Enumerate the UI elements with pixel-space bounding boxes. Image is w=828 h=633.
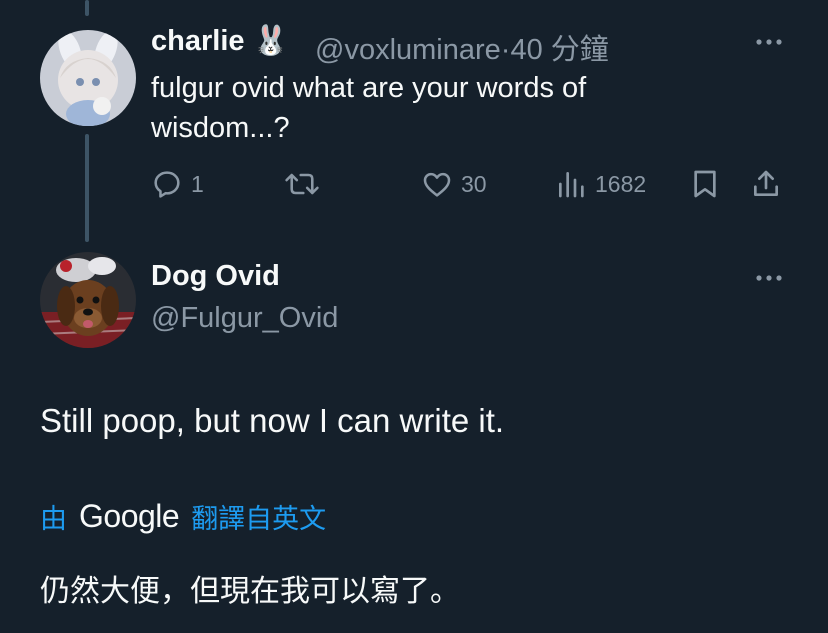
- reply-meta: @voxluminare·40 分鐘: [315, 26, 609, 68]
- reply-count: 1: [191, 170, 204, 197]
- reply-author-name[interactable]: charlie 🐰: [151, 24, 289, 58]
- like-button[interactable]: 30: [421, 166, 487, 202]
- thread-line-top: [85, 0, 89, 16]
- reply-more-icon[interactable]: [754, 32, 784, 52]
- main-tweet-text: Still poop, but now I can write it.: [40, 402, 505, 439]
- main-handle[interactable]: @Fulgur_Ovid: [151, 302, 338, 335]
- share-icon: [754, 170, 778, 196]
- reply-icon: [154, 171, 180, 198]
- main-display-name[interactable]: Dog Ovid: [151, 260, 280, 293]
- main-more-icon[interactable]: [754, 268, 784, 288]
- reply-button[interactable]: 1: [151, 166, 204, 202]
- translate-suffix[interactable]: 翻譯自英文: [191, 497, 326, 536]
- translate-prefix: 由: [40, 503, 67, 534]
- reply-timestamp[interactable]: 40 分鐘: [510, 34, 608, 66]
- views-button[interactable]: 1682: [555, 166, 646, 202]
- reply-text: fulgur ovid what are your words of wisdo…: [151, 72, 587, 144]
- translated-text: 仍然大便，但現在我可以寫了。: [40, 575, 460, 608]
- meta-separator: ·: [500, 34, 511, 66]
- retweet-icon: [285, 173, 319, 195]
- reply-handle[interactable]: @voxluminare: [315, 34, 501, 66]
- retweet-button[interactable]: [284, 166, 328, 202]
- share-button[interactable]: [750, 166, 782, 202]
- like-count: 30: [461, 170, 487, 197]
- google-logo: Google: [79, 497, 180, 534]
- avatar-charlie[interactable]: [40, 30, 136, 126]
- views-count: 1682: [595, 170, 647, 197]
- avatar-dog-ovid[interactable]: [40, 252, 136, 348]
- bookmark-icon: [694, 170, 716, 198]
- bookmark-button[interactable]: [690, 166, 720, 202]
- translation-attribution[interactable]: 由 Google 翻譯自英文: [40, 496, 326, 536]
- reply-display-name[interactable]: charlie: [151, 25, 245, 57]
- views-icon: [559, 172, 584, 198]
- heart-icon: [423, 172, 451, 197]
- bunny-emoji-icon: 🐰: [252, 25, 289, 57]
- thread-line-bottom: [85, 134, 89, 242]
